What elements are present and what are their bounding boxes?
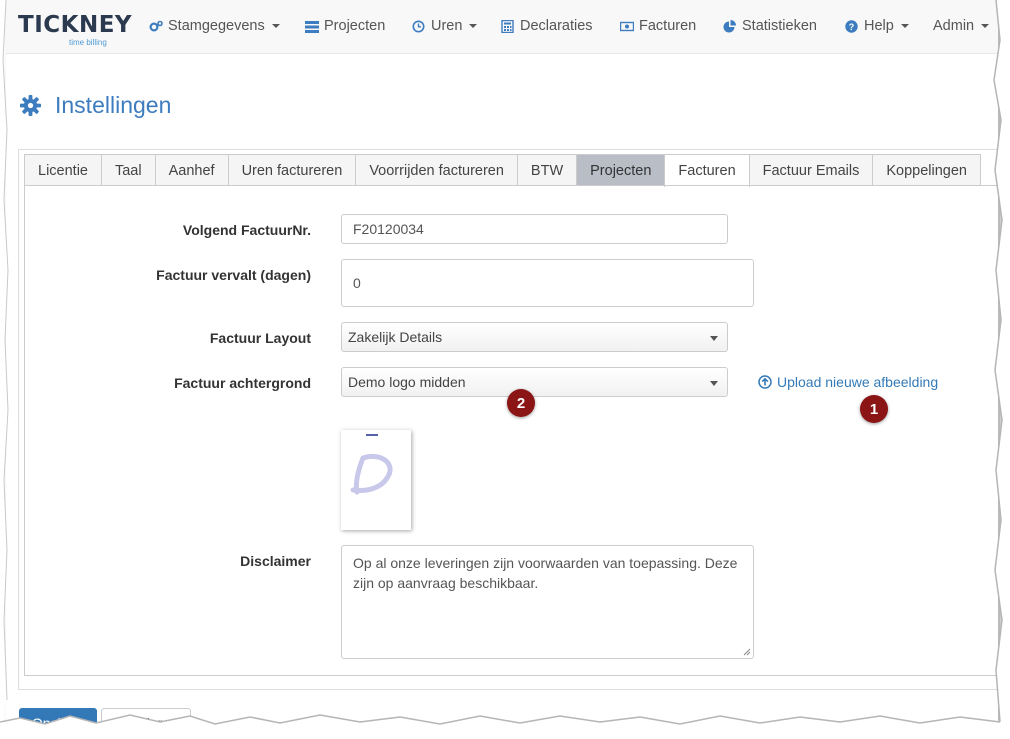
top-navbar: TICKNEY time billing Stamgegevens Projec… [6, 0, 998, 54]
tab-projecten[interactable]: Projecten [576, 154, 666, 186]
tab-taal[interactable]: Taal [100, 154, 156, 186]
next-invoice-input[interactable]: F20120034 [341, 214, 728, 244]
page-title-text: Instellingen [55, 92, 172, 118]
nav-facturen-label: Facturen [639, 18, 697, 34]
nav-uren-label: Uren [431, 18, 463, 34]
nav-projecten[interactable]: Projecten [305, 18, 385, 34]
background-preview-thumbnail [341, 430, 411, 530]
brand-subtitle: time billing [69, 38, 107, 47]
nav-facturen[interactable]: Facturen [620, 18, 696, 34]
chevron-down-icon [469, 24, 478, 28]
nav-admin-label: Admin [933, 18, 975, 34]
settings-tabs: Licentie Taal Aanhef Uren factureren Voo… [24, 154, 981, 187]
tab-koppelingen[interactable]: Koppelingen [872, 154, 981, 186]
annotation-badge-2: 2 [507, 389, 535, 417]
question-circle-icon: ? [845, 19, 858, 33]
nav-uren[interactable]: Uren [412, 18, 478, 34]
chevron-down-icon [900, 24, 909, 28]
nav-help-label: Help [864, 18, 894, 34]
annotation-badge-1: 1 [860, 395, 888, 423]
calculator-icon [501, 19, 514, 33]
brand-name: TICKNEY [18, 12, 133, 38]
chevron-down-icon [271, 24, 280, 28]
next-invoice-label: Volgend FactuurNr. [182, 222, 311, 238]
pie-chart-icon [723, 19, 736, 32]
upload-image-label: Upload nieuwe afbeelding [777, 374, 939, 390]
chevron-down-icon [710, 381, 718, 386]
nav-declaraties[interactable]: Declaraties [501, 18, 593, 34]
nav-stamgegevens-label: Stamgegevens [168, 18, 265, 34]
disclaimer-textarea[interactable]: Op al onze leveringen zijn voorwaarden v… [341, 545, 754, 659]
tab-facturen[interactable]: Facturen [664, 154, 750, 187]
invoice-background-select[interactable]: Demo logo midden [341, 367, 728, 397]
invoice-layout-select[interactable]: Zakelijk Details [341, 322, 728, 352]
invoice-background-value: Demo logo midden [348, 374, 466, 390]
nav-help[interactable]: ? Help [845, 18, 909, 34]
money-icon [620, 21, 634, 31]
nav-projecten-label: Projecten [324, 18, 386, 34]
tab-uren-factureren[interactable]: Uren factureren [227, 154, 357, 186]
invoice-background-label: Factuur achtergrond [174, 375, 311, 391]
disclaimer-label: Disclaimer [240, 553, 311, 569]
nav-declaraties-label: Declaraties [520, 18, 593, 34]
nav-statistieken-label: Statistieken [742, 18, 817, 34]
due-days-input[interactable]: 0 [341, 259, 754, 307]
clock-icon [412, 20, 425, 32]
tab-voorrijden-factureren[interactable]: Voorrijden factureren [355, 154, 518, 186]
nav-admin[interactable]: Admin [933, 18, 990, 34]
tab-aanhef[interactable]: Aanhef [154, 154, 229, 186]
brand-logo[interactable]: TICKNEY time billing [18, 10, 132, 48]
due-days-label: Factuur vervalt (dagen) [156, 267, 311, 283]
nav-statistieken[interactable]: Statistieken [723, 18, 817, 34]
gear-icon [20, 95, 41, 116]
disclaimer-text: Op al onze leveringen zijn voorwaarden v… [353, 555, 738, 591]
invoice-layout-value: Zakelijk Details [348, 329, 443, 345]
invoice-layout-label: Factuur Layout [209, 330, 311, 346]
resize-handle-icon[interactable] [743, 648, 751, 656]
upload-circle-icon [758, 375, 772, 389]
demo-logo-image [350, 434, 393, 495]
upload-image-link[interactable]: Upload nieuwe afbeelding [758, 374, 938, 390]
svg-text:?: ? [849, 22, 855, 32]
save-button[interactable]: Opslaan [19, 708, 97, 738]
tab-factuur-emails[interactable]: Factuur Emails [748, 154, 874, 186]
cogs-icon [149, 20, 163, 32]
chevron-down-icon [710, 336, 718, 341]
nav-stamgegevens[interactable]: Stamgegevens [149, 18, 280, 34]
tab-btw[interactable]: BTW [516, 154, 578, 186]
tab-licentie[interactable]: Licentie [24, 154, 102, 186]
chevron-down-icon [981, 24, 990, 28]
cancel-button[interactable]: Annuleren [101, 708, 191, 738]
page-title: Instellingen [20, 92, 171, 119]
list-icon [305, 20, 319, 33]
